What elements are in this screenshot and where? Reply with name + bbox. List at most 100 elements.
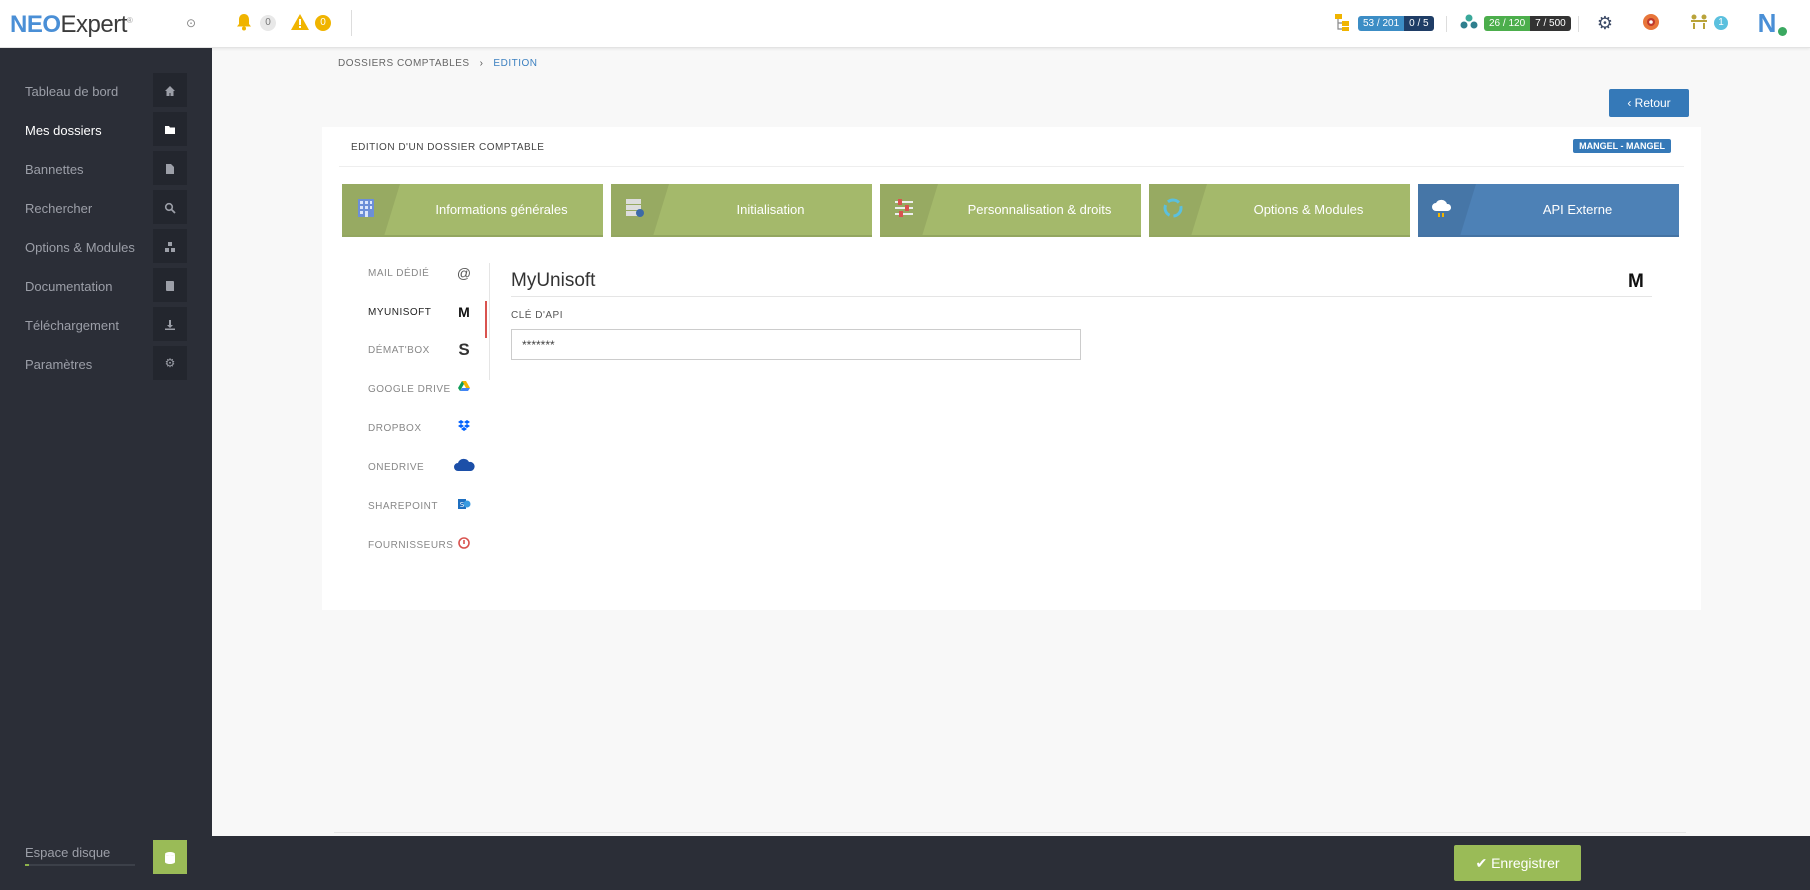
users-quota-value: 26 / 120 — [1484, 16, 1531, 31]
sidebar-item-label: Rechercher — [25, 201, 93, 216]
search-icon — [153, 190, 187, 224]
panel-title: EDITION D'UN DOSSIER COMPTABLE — [351, 142, 545, 153]
back-button[interactable]: ‹ Retour — [1609, 89, 1689, 117]
myunisoft-icon: M — [458, 304, 470, 320]
subnav-item-label: MYUNISOFT — [368, 307, 432, 318]
divider — [1446, 16, 1447, 32]
top-bar: NEOExpert® ⊙ 0 0 53 / 201 0 / 5 26 / 120… — [0, 0, 1810, 48]
disk-usage-bar — [25, 864, 135, 866]
database-icon[interactable] — [153, 840, 187, 874]
folders-tree-icon[interactable] — [1333, 12, 1355, 34]
logo-expert-text: Expert — [60, 11, 128, 38]
sidebar-item-tableau-de-bord[interactable]: Tableau de bord — [0, 73, 212, 112]
chevron-left-icon: ‹ — [1627, 96, 1635, 110]
tab-initialisation[interactable]: Initialisation — [611, 184, 872, 237]
bell-count-badge: 0 — [260, 15, 276, 31]
logo-neo-text: NEO — [10, 11, 61, 38]
sidebar-item-mes-dossiers[interactable]: Mes dossiers — [0, 112, 212, 151]
server-icon — [623, 197, 647, 221]
tab-label: Options & Modules — [1253, 202, 1364, 217]
subnav-item-dematbox[interactable]: DÉMAT'BOX S — [368, 335, 512, 365]
breadcrumb-current: EDITION — [493, 58, 538, 69]
subnav-item-label: SHAREPOINT — [368, 501, 439, 512]
sidebar-item-label: Options & Modules — [25, 240, 135, 255]
tab-informations-generales[interactable]: Informations générales — [342, 184, 603, 237]
sidebar-item-telechargement[interactable]: Téléchargement — [0, 307, 212, 346]
divider — [339, 166, 1684, 167]
api-key-input[interactable] — [511, 329, 1081, 360]
users-quota-pill[interactable]: 26 / 120 7 / 500 — [1484, 16, 1571, 31]
sharepoint-icon: S — [454, 496, 474, 516]
registered-mark: ® — [126, 16, 133, 25]
brand-initial: N — [1757, 8, 1777, 38]
tab-label: API Externe — [1542, 202, 1613, 217]
sidebar-item-label: Tableau de bord — [25, 84, 119, 99]
sidebar-item-options-modules[interactable]: Options & Modules — [0, 229, 212, 268]
back-button-label: Retour — [1634, 96, 1671, 110]
sidebar-item-bannettes[interactable]: Bannettes — [0, 151, 212, 190]
subnav-item-myunisoft[interactable]: MYUNISOFT M — [368, 297, 512, 327]
dossiers-quota-value: 53 / 201 — [1358, 16, 1405, 31]
neoexpert-logo[interactable]: NEOExpert® — [10, 11, 133, 39]
subnav-item-label: ONEDRIVE — [368, 462, 425, 473]
subnav-item-google-drive[interactable]: GOOGLE DRIVE — [368, 374, 512, 404]
sidebar-item-label: Mes dossiers — [25, 123, 102, 138]
team-count-badge: 1 — [1714, 16, 1728, 30]
gears-icon: ⚙ — [153, 346, 187, 380]
subnav-divider — [489, 263, 490, 380]
myunisoft-logo-letter: M — [1628, 271, 1644, 292]
sidebar-item-documentation[interactable]: Documentation — [0, 268, 212, 307]
dossiers-quota-pill[interactable]: 53 / 201 0 / 5 — [1358, 16, 1434, 31]
admin-gear-icon[interactable]: ⚙ — [1594, 12, 1616, 34]
subnav-item-label: GOOGLE DRIVE — [368, 384, 451, 395]
subnav-item-label: DROPBOX — [368, 423, 422, 434]
cloud-icon — [1430, 197, 1454, 221]
dossier-badge: MANGEL - MANGEL — [1573, 139, 1671, 153]
file-icon — [153, 151, 187, 185]
sidebar-item-parametres[interactable]: Paramètres ⚙ — [0, 346, 212, 385]
subnav-active-indicator — [485, 301, 487, 338]
divider — [1578, 16, 1579, 32]
subnav-item-label: FOURNISSEURS — [368, 540, 454, 551]
divider — [511, 296, 1652, 297]
sidebar-item-rechercher[interactable]: Rechercher — [0, 190, 212, 229]
google-drive-icon — [454, 379, 474, 399]
save-button[interactable]: ✔ Enregistrer — [1454, 845, 1581, 881]
bell-icon[interactable] — [233, 12, 255, 34]
myunisoft-logo-icon: M — [1628, 271, 1644, 293]
edit-panel: EDITION D'UN DOSSIER COMPTABLE MANGEL - … — [322, 127, 1701, 610]
users-cluster-icon[interactable] — [1458, 12, 1480, 34]
sidebar-item-label: Bannettes — [25, 162, 84, 177]
warning-count-badge: 0 — [315, 15, 331, 31]
breadcrumb: DOSSIERS COMPTABLES › EDITION — [338, 58, 537, 69]
settings-dot-icon[interactable]: ⊙ — [180, 12, 202, 34]
team-icon[interactable] — [1688, 12, 1710, 34]
modules-icon — [153, 229, 187, 263]
subnav-item-mail-dedie[interactable]: MAIL DÉDIÉ @ — [368, 258, 512, 288]
sidebar-item-label: Téléchargement — [25, 318, 119, 333]
save-button-label: Enregistrer — [1491, 855, 1560, 871]
section-title: MyUnisoft — [511, 270, 596, 291]
recycle-icon — [1161, 197, 1185, 221]
warning-icon[interactable] — [289, 12, 311, 34]
subnav-item-sharepoint[interactable]: SHAREPOINT S — [368, 491, 512, 521]
dematbox-icon: S — [458, 340, 470, 359]
breadcrumb-root-link[interactable]: DOSSIERS COMPTABLES — [338, 58, 470, 69]
footer-divider — [334, 832, 1686, 833]
tab-options-modules[interactable]: Options & Modules — [1149, 184, 1410, 237]
tab-api-externe[interactable]: API Externe — [1418, 184, 1679, 237]
at-icon: @ — [456, 265, 472, 281]
support-icon[interactable] — [1640, 12, 1662, 34]
check-icon: ✔ — [1475, 855, 1492, 871]
tab-personnalisation-droits[interactable]: Personnalisation & droits — [880, 184, 1141, 237]
subnav-item-onedrive[interactable]: ONEDRIVE — [368, 452, 512, 482]
api-key-label: CLÉ D'API — [511, 310, 563, 321]
building-icon — [354, 197, 378, 221]
subnav-item-dropbox[interactable]: DROPBOX — [368, 413, 512, 443]
users-sub-quota-value: 7 / 500 — [1530, 16, 1571, 31]
subnav-item-fournisseurs[interactable]: FOURNISSEURS — [368, 530, 512, 560]
subnav-item-label: DÉMAT'BOX — [368, 345, 430, 356]
home-icon — [153, 73, 187, 107]
sidebar-item-label: Documentation — [25, 279, 113, 294]
sidebar: Tableau de bord Mes dossiers Bannettes R… — [0, 48, 212, 890]
